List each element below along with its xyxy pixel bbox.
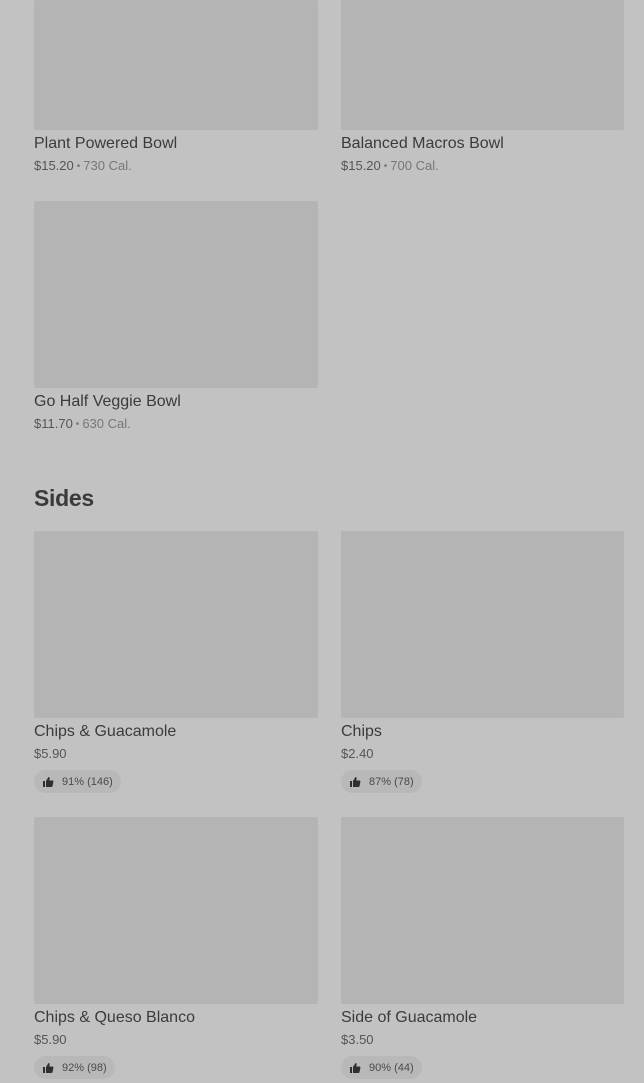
menu-item-image[interactable] — [341, 0, 624, 130]
menu-item-price: $15.20 — [34, 158, 74, 173]
rating-text: 91% (146) — [62, 775, 113, 788]
menu-item-image[interactable] — [34, 0, 318, 130]
menu-item-meta: $15.20 • 700 Cal. — [341, 159, 624, 175]
menu-item-card[interactable]: Plant Powered Bowl $15.20 • 730 Cal. — [34, 0, 318, 175]
thumbs-up-icon — [43, 1062, 54, 1073]
meta-separator: • — [383, 161, 388, 172]
menu-item-name: Chips — [341, 723, 382, 740]
rating-text: 92% (98) — [62, 1061, 107, 1074]
menu-item-image[interactable] — [341, 531, 624, 718]
meta-separator: • — [75, 419, 80, 430]
menu-item-card[interactable]: Go Half Veggie Bowl $11.70 • 630 Cal. — [34, 201, 318, 433]
menu-item-name: Go Half Veggie Bowl — [34, 393, 181, 410]
menu-item-card[interactable]: Balanced Macros Bowl $15.20 • 700 Cal. — [341, 0, 624, 175]
menu-item-card[interactable]: Chips & Queso Blanco $5.90 92% (98) — [34, 817, 318, 1079]
menu-item-meta: $11.70 • 630 Cal. — [34, 417, 318, 433]
menu-item-image[interactable] — [34, 817, 318, 1004]
thumbs-up-icon — [350, 776, 361, 787]
menu-item-card[interactable]: Side of Guacamole $3.50 90% (44) — [341, 817, 624, 1079]
menu-item-calories: 700 Cal. — [390, 158, 439, 173]
menu-item-image[interactable] — [34, 531, 318, 718]
rating-text: 90% (44) — [369, 1061, 414, 1074]
rating-badge: 91% (146) — [34, 770, 121, 793]
menu-item-calories: 730 Cal. — [83, 158, 132, 173]
menu-item-name: Side of Guacamole — [341, 1009, 478, 1026]
menu-item-name: Chips & Queso Blanco — [34, 1009, 195, 1026]
menu-page: Plant Powered Bowl $15.20 • 730 Cal. Balan… — [0, 0, 644, 1083]
menu-item-price: $5.90 — [34, 746, 67, 761]
menu-item-image[interactable] — [341, 817, 624, 1004]
menu-item-image[interactable] — [34, 201, 318, 388]
menu-item-price: $3.50 — [341, 1032, 374, 1047]
menu-item-card[interactable]: Chips & Guacamole $5.90 91% (146) — [34, 531, 318, 793]
section-title-sides: Sides — [34, 485, 94, 511]
menu-item-name: Balanced Macros Bowl — [341, 135, 504, 152]
thumbs-up-icon — [43, 776, 54, 787]
menu-item-name: Plant Powered Bowl — [34, 135, 178, 152]
menu-item-name: Chips & Guacamole — [34, 723, 177, 740]
meta-separator: • — [76, 161, 81, 172]
menu-item-price: $5.90 — [34, 1032, 67, 1047]
menu-item-meta: $15.20 • 730 Cal. — [34, 159, 318, 175]
menu-item-price: $2.40 — [341, 746, 374, 761]
rating-badge: 90% (44) — [341, 1056, 422, 1079]
menu-item-price: $11.70 — [34, 416, 73, 431]
menu-item-calories: 630 Cal. — [82, 416, 131, 431]
rating-badge: 92% (98) — [34, 1056, 115, 1079]
thumbs-up-icon — [350, 1062, 361, 1073]
menu-item-price: $15.20 — [341, 158, 381, 173]
rating-text: 87% (78) — [369, 775, 414, 788]
menu-item-card[interactable]: Chips $2.40 87% (78) — [341, 531, 624, 793]
rating-badge: 87% (78) — [341, 770, 422, 793]
